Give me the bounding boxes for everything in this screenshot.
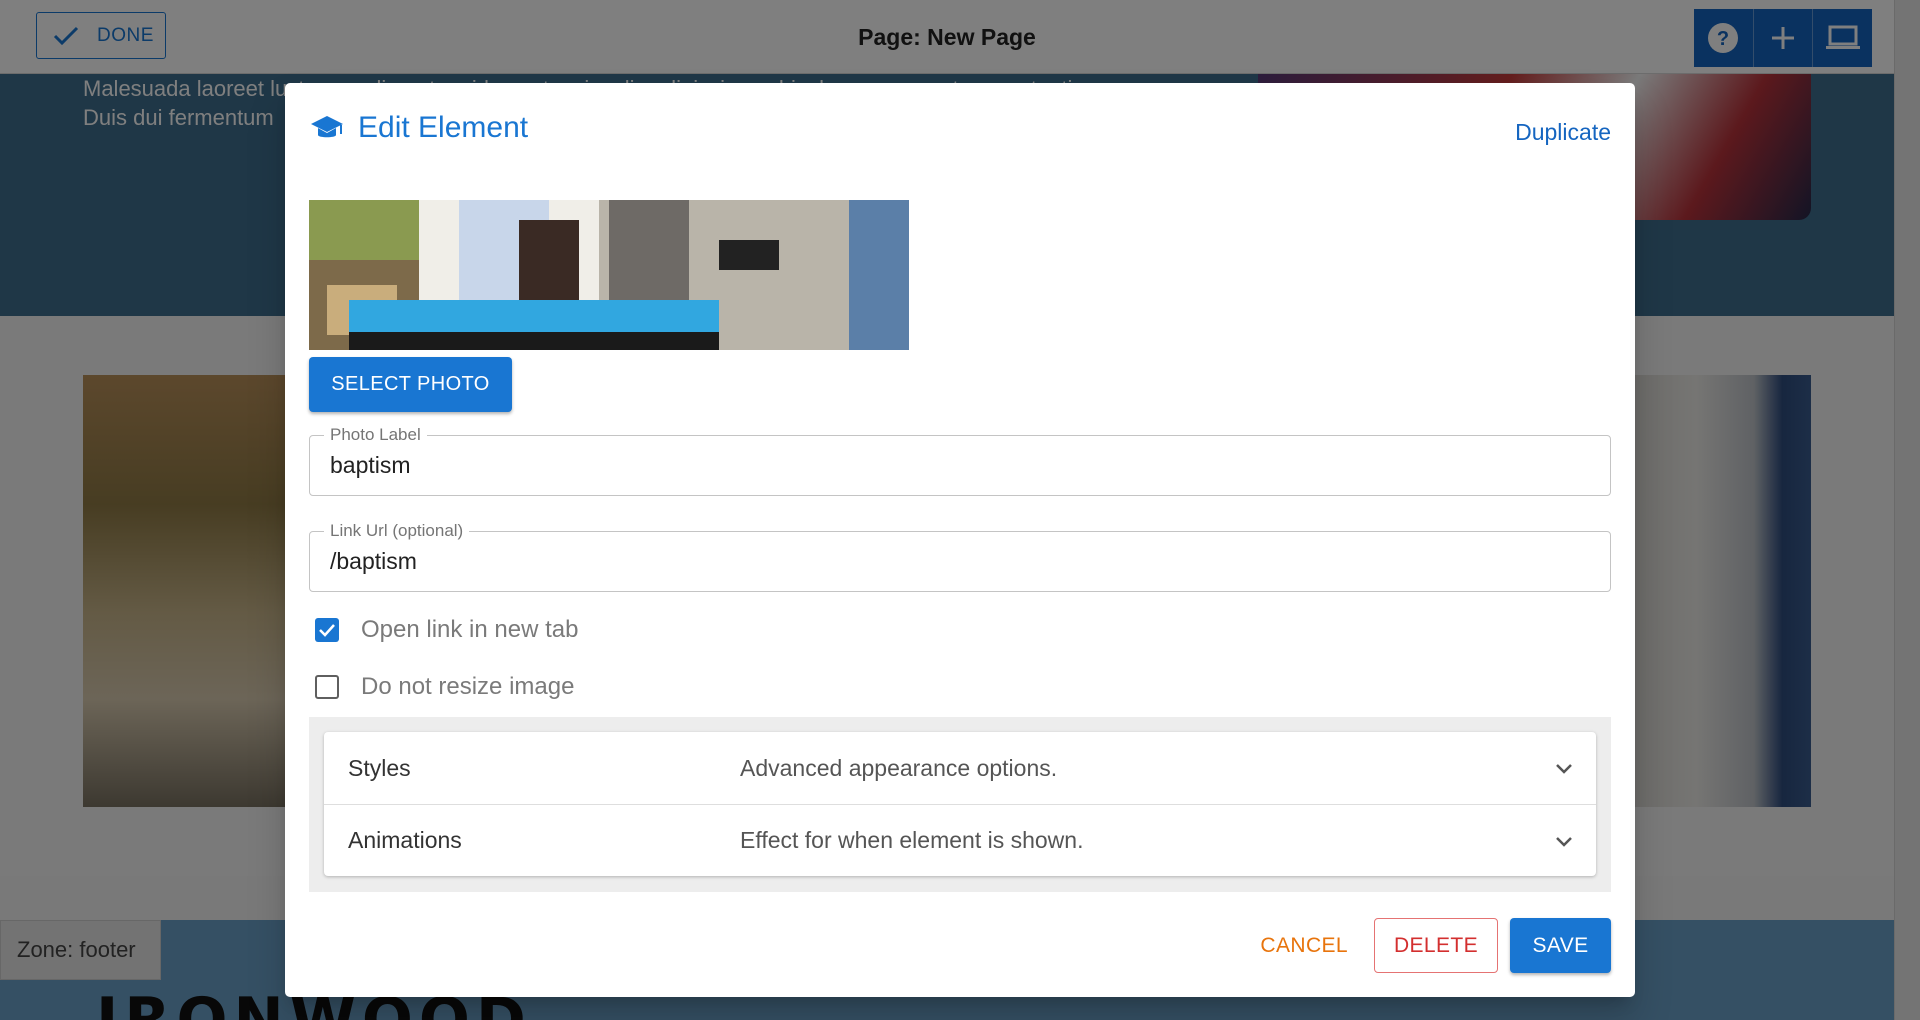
accordion-title: Styles (348, 754, 411, 781)
accordion-item-animations[interactable]: Animations Effect for when element is sh… (324, 804, 1596, 876)
delete-button[interactable]: DELETE (1374, 918, 1498, 973)
photo-label-field[interactable]: Photo Label baptism (309, 425, 1611, 496)
accordion-container: Styles Advanced appearance options. Anim… (309, 717, 1611, 892)
open-new-tab-checkbox[interactable] (315, 618, 339, 642)
link-url-input[interactable]: /baptism (330, 548, 417, 575)
graduation-cap-icon (311, 116, 343, 138)
accordion-description: Advanced appearance options. (740, 754, 1058, 781)
duplicate-button[interactable]: Duplicate (1515, 119, 1611, 146)
link-url-field[interactable]: Link Url (optional) /baptism (309, 521, 1611, 592)
photo-label-legend: Photo Label (324, 425, 427, 445)
no-resize-option[interactable]: Do not resize image (315, 673, 574, 701)
edit-element-dialog: Edit Element Duplicate SELECT PHOTO Phot… (285, 83, 1635, 997)
open-new-tab-option[interactable]: Open link in new tab (315, 616, 578, 644)
no-resize-checkbox[interactable] (315, 675, 339, 699)
chevron-down-icon (1556, 764, 1572, 774)
photo-preview (309, 200, 909, 350)
dialog-title: Edit Element (310, 111, 528, 145)
chevron-down-icon (1556, 837, 1572, 847)
checkmark-icon (319, 624, 335, 637)
select-photo-button[interactable]: SELECT PHOTO (309, 357, 512, 412)
no-resize-label: Do not resize image (361, 673, 575, 700)
link-url-legend: Link Url (optional) (324, 521, 470, 541)
accordion-item-styles[interactable]: Styles Advanced appearance options. (324, 732, 1596, 804)
accordion-description: Effect for when element is shown. (740, 827, 1084, 853)
open-new-tab-label: Open link in new tab (361, 616, 579, 643)
accordion: Styles Advanced appearance options. Anim… (324, 732, 1596, 876)
photo-label-input[interactable]: baptism (330, 452, 411, 479)
save-button[interactable]: SAVE (1510, 918, 1611, 973)
dialog-actions: CANCEL DELETE SAVE (1240, 918, 1611, 973)
cancel-button[interactable]: CANCEL (1240, 918, 1368, 973)
accordion-title: Animations (348, 827, 462, 853)
dialog-title-text: Edit Element (358, 111, 529, 144)
